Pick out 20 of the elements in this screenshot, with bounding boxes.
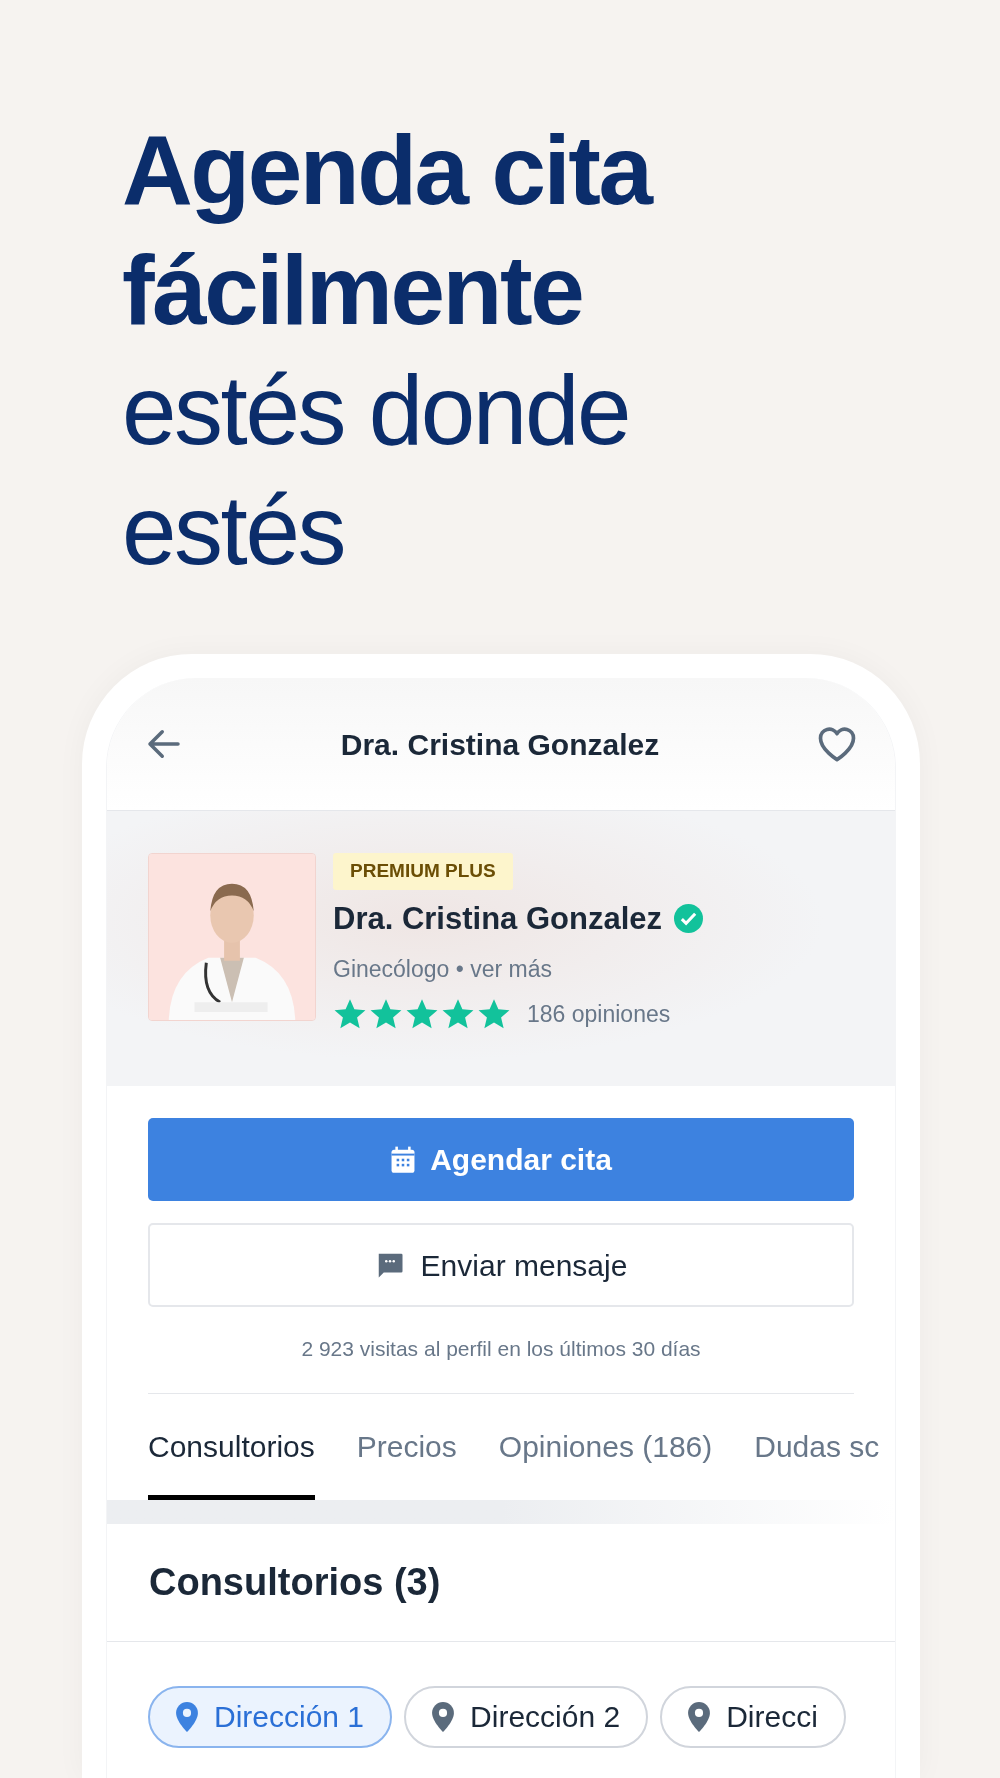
premium-badge: PREMIUM PLUS (333, 853, 513, 890)
address-chip[interactable]: Dirección 2 (404, 1685, 649, 1748)
location-pin-icon (432, 1701, 455, 1732)
book-appointment-button[interactable]: Agendar cita (148, 1118, 854, 1201)
tab[interactable]: Dudas sc (754, 1423, 880, 1500)
section-title: Consultorios (3) (107, 1523, 895, 1642)
address-chip[interactable]: Dirección 1 (148, 1685, 393, 1748)
location-pin-icon (176, 1701, 198, 1732)
calendar-icon (390, 1145, 417, 1174)
address-chip[interactable]: Direcci (660, 1685, 846, 1748)
specialty-text: Ginecólogo • ver más (333, 955, 552, 984)
headline: Agenda cita fácilmente estés donde estés (122, 114, 653, 587)
reviews-count[interactable]: 186 opiniones (527, 996, 671, 1031)
profile-visits-text: 2 923 visitas al perfil en los últimos 30 días (300, 1336, 702, 1362)
location-pin-icon (688, 1701, 711, 1732)
send-message-button[interactable]: Enviar mensaje (148, 1223, 854, 1307)
tab[interactable]: Precios (356, 1423, 457, 1500)
doctor-name: Dra. Cristina Gonzalez (333, 899, 663, 938)
tab[interactable]: Opiniones (186) (498, 1423, 713, 1500)
page-title: Dra. Cristina Gonzalez (339, 726, 661, 763)
